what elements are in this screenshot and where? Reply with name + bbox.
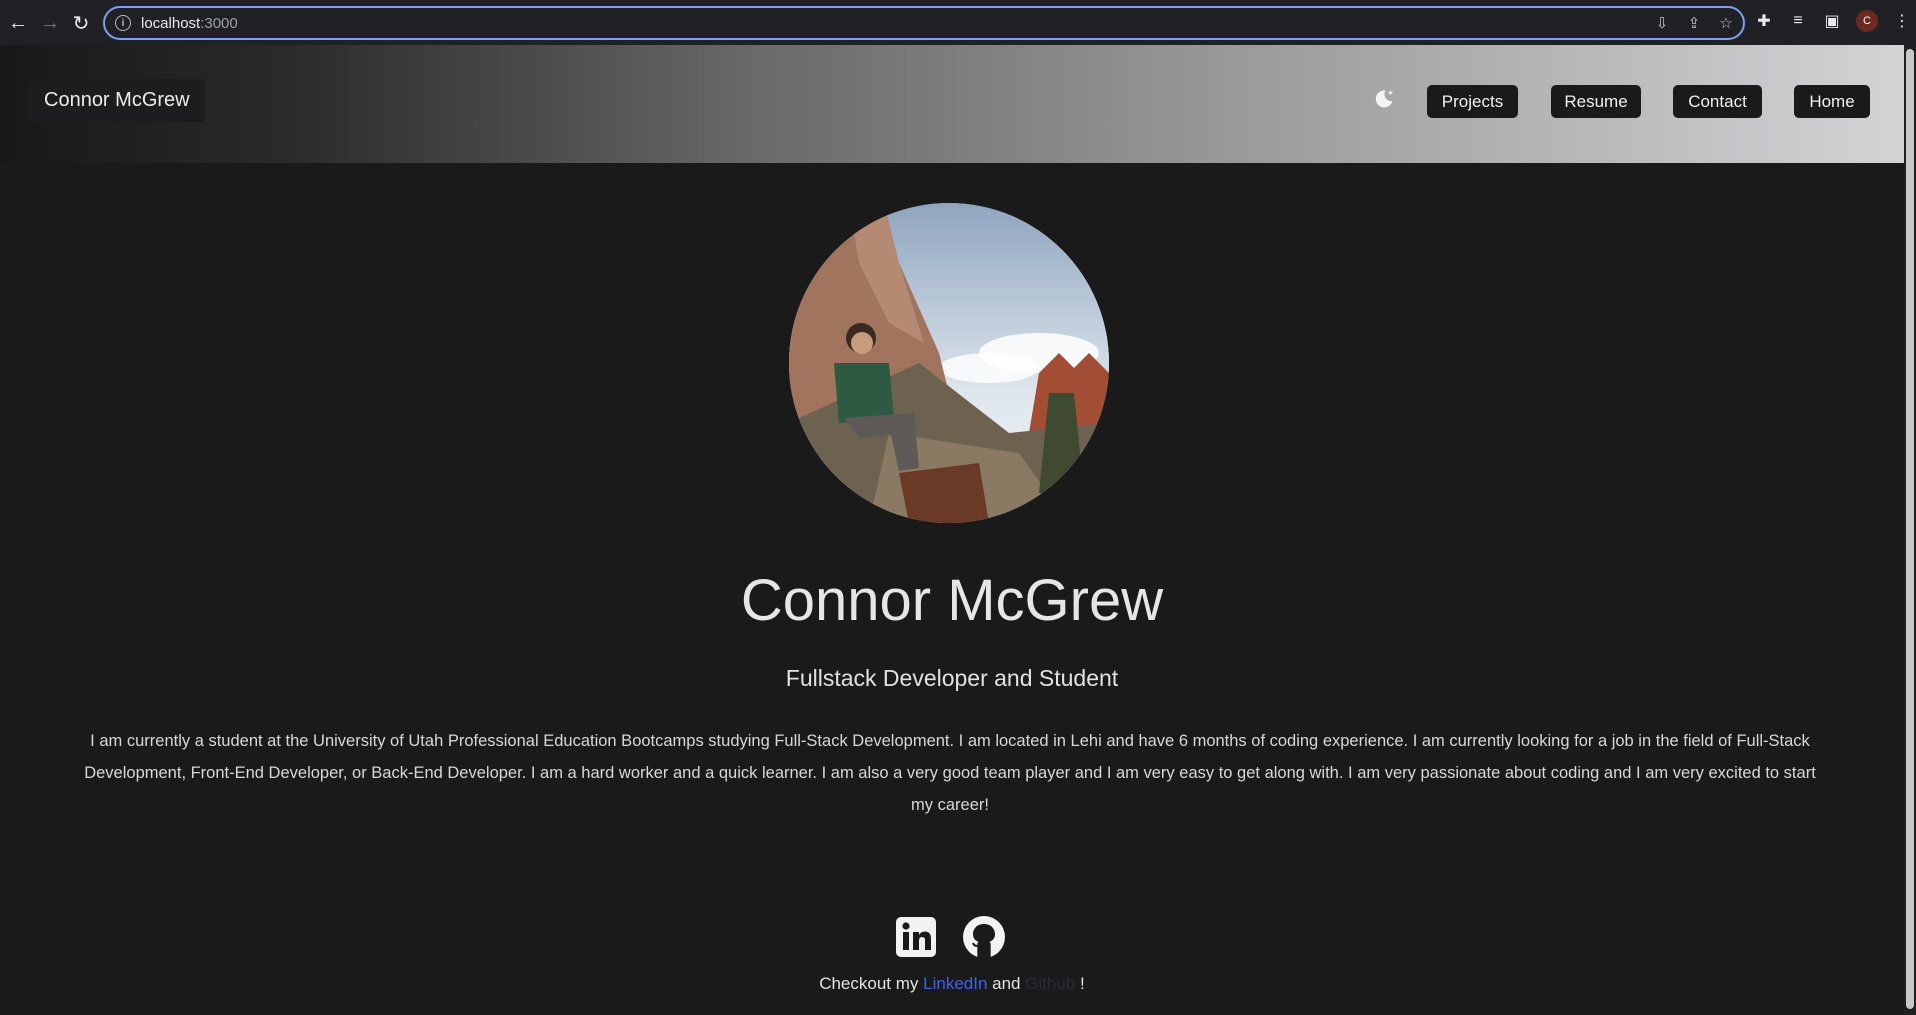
install-icon[interactable]: ⇩ [1653, 14, 1671, 32]
github-link[interactable]: Github [1025, 974, 1075, 993]
info-icon[interactable]: i [115, 15, 131, 31]
brand-logo[interactable]: Connor McGrew [29, 79, 205, 122]
share-icon[interactable]: ⇪ [1685, 14, 1703, 32]
avatar[interactable]: C [1856, 10, 1878, 32]
scrollbar-thumb[interactable] [1906, 49, 1914, 1009]
nav-projects[interactable]: Projects [1427, 85, 1518, 118]
caption-prefix: Checkout my [819, 974, 924, 993]
linkedin-icon[interactable] [894, 915, 938, 959]
extensions-icon[interactable]: ✚ [1754, 10, 1774, 32]
reload-icon[interactable]: ↻ [66, 8, 96, 38]
back-icon[interactable]: ← [3, 8, 33, 38]
caption-suffix: ! [1075, 974, 1085, 993]
browser-toolbar: ← → ↻ i localhost:3000 ⇩ ⇪ ☆ ✚ ≡ ▣ C ⋮ [0, 0, 1916, 45]
menu-icon[interactable]: ⋮ [1892, 10, 1912, 32]
forward-icon[interactable]: → [35, 8, 65, 38]
url-port: :3000 [200, 14, 238, 32]
reading-list-icon[interactable]: ≡ [1788, 10, 1808, 32]
url-host: localhost [141, 14, 201, 32]
profile-photo [789, 203, 1109, 523]
nav-home[interactable]: Home [1794, 85, 1870, 118]
site-header: Connor McGrew Projects Resume Contact Ho… [0, 45, 1904, 163]
nav-contact[interactable]: Contact [1673, 85, 1762, 118]
hero-name: Connor McGrew [740, 568, 1164, 633]
linkedin-link[interactable]: LinkedIn [923, 974, 987, 993]
hero-bio: I am currently a student at the Universi… [84, 732, 1816, 814]
moon-icon[interactable] [1372, 87, 1396, 111]
page: Connor McGrew Projects Resume Contact Ho… [0, 45, 1904, 1015]
social-caption: Checkout my LinkedIn and Github ! [0, 974, 1904, 994]
scrollbar[interactable] [1904, 45, 1916, 1015]
star-icon[interactable]: ☆ [1717, 14, 1735, 32]
github-icon[interactable] [962, 915, 1006, 959]
address-bar[interactable]: i localhost:3000 ⇩ ⇪ ☆ [103, 6, 1745, 40]
hero-subtitle: Fullstack Developer and Student [785, 665, 1119, 691]
nav-resume[interactable]: Resume [1551, 85, 1641, 118]
side-panel-icon[interactable]: ▣ [1822, 10, 1842, 32]
social-links [894, 915, 1006, 959]
caption-and: and [987, 974, 1026, 993]
